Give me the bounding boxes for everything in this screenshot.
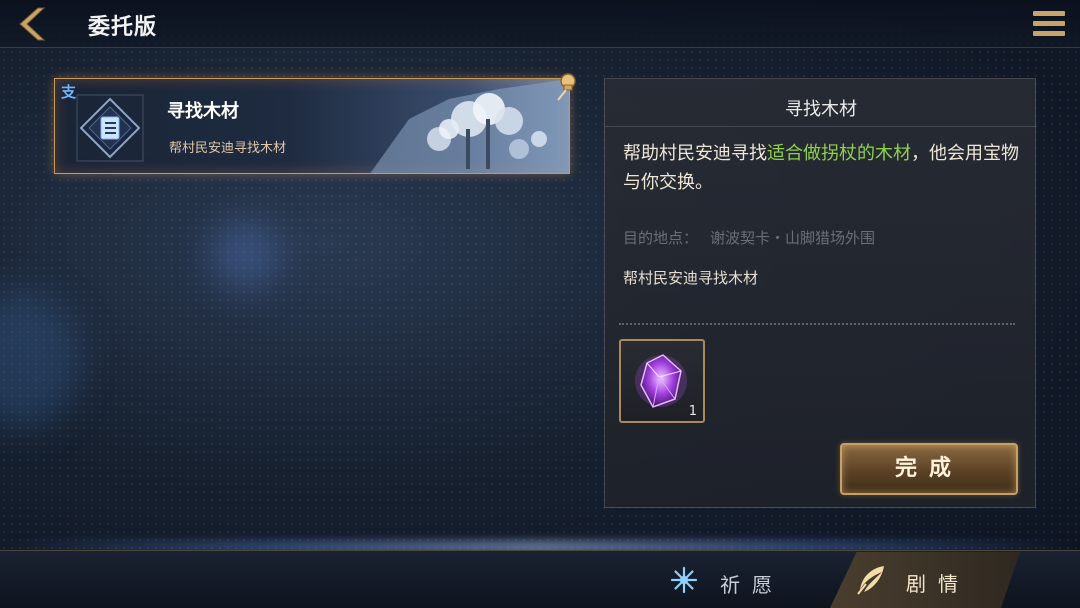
quest-list-item[interactable]: 支 寻找木材 帮村民安迪寻找木材 (54, 78, 570, 174)
detail-summary: 帮村民安迪寻找木材 (623, 269, 759, 287)
quest-summary: 帮村民安迪寻找木材 (169, 141, 287, 156)
background-glow (210, 220, 280, 290)
description-text: 帮助村民安迪寻找 (623, 143, 767, 164)
nav-story-label: 剧情 (906, 572, 970, 596)
back-button[interactable] (12, 6, 52, 42)
page-title: 委托版 (88, 15, 158, 40)
snowflake-icon (670, 566, 698, 594)
pin-icon (557, 73, 576, 101)
background-glow (0, 290, 80, 430)
hamburger-menu-icon (1033, 11, 1065, 36)
back-arrow-icon (19, 7, 46, 41)
quest-detail-panel: 寻找木材 帮助村民安迪寻找适合做拐杖的木材，他会用宝物与你交换。 目的地点： 谢波… (604, 78, 1037, 508)
destination-label: 目的地点： (623, 229, 699, 247)
destination-row: 目的地点： 谢波契卡・山脚猎场外围 (623, 227, 875, 248)
description-highlight: 适合做拐杖的木材 (767, 143, 911, 164)
detail-title: 寻找木材 (785, 99, 857, 120)
quest-name: 寻找木材 (167, 101, 239, 122)
destination-value: 谢波契卡・山脚猎场外围 (710, 229, 876, 247)
divider (605, 126, 1037, 127)
reward-item-slot[interactable]: 1 (619, 339, 705, 423)
top-bar: 委托版 (0, 0, 1080, 48)
quest-description: 帮助村民安迪寻找适合做拐杖的木材，他会用宝物与你交换。 (623, 139, 1023, 197)
nav-wish-label: 祈愿 (720, 573, 784, 597)
complete-button[interactable]: 完成 (840, 443, 1018, 495)
snowy-forest-scene (370, 79, 569, 173)
feather-quill-icon (857, 566, 884, 595)
reward-count: 1 (688, 404, 697, 419)
menu-button[interactable] (1032, 8, 1066, 40)
quest-scroll-icon (75, 93, 145, 163)
quest-type-badge: 支 (61, 83, 77, 101)
nav-story-button[interactable]: 剧情 (830, 552, 1020, 608)
dotted-divider (619, 323, 1015, 325)
nav-wish-button[interactable]: 祈愿 (664, 558, 804, 602)
